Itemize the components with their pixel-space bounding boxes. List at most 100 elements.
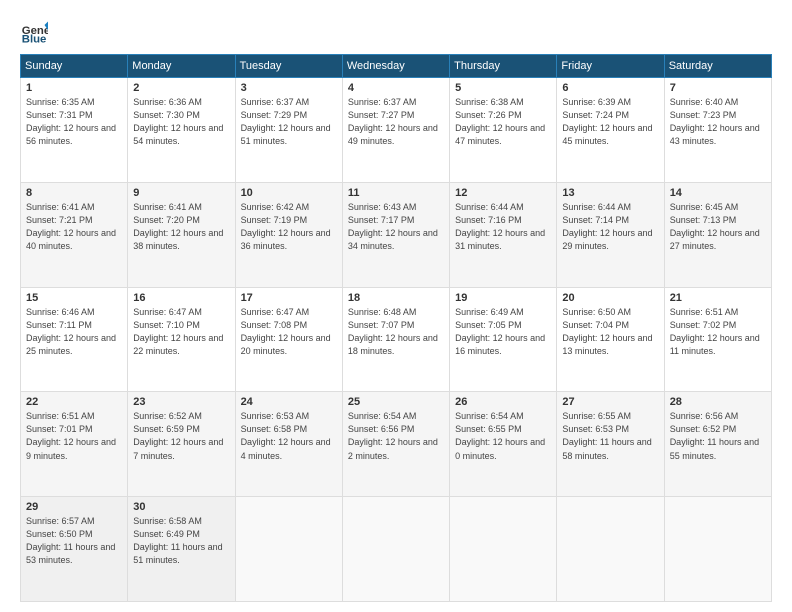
day-number: 25 — [348, 396, 444, 408]
day-info: Sunrise: 6:55 AM Sunset: 6:53 PM Dayligh… — [562, 410, 658, 462]
day-info: Sunrise: 6:44 AM Sunset: 7:14 PM Dayligh… — [562, 201, 658, 253]
day-cell: 4 Sunrise: 6:37 AM Sunset: 7:27 PM Dayli… — [342, 78, 449, 183]
column-header-thursday: Thursday — [450, 55, 557, 78]
day-cell: 18 Sunrise: 6:48 AM Sunset: 7:07 PM Dayl… — [342, 287, 449, 392]
day-info: Sunrise: 6:51 AM Sunset: 7:01 PM Dayligh… — [26, 410, 122, 462]
day-cell: 28 Sunrise: 6:56 AM Sunset: 6:52 PM Dayl… — [664, 392, 771, 497]
column-header-tuesday: Tuesday — [235, 55, 342, 78]
column-header-friday: Friday — [557, 55, 664, 78]
day-cell: 26 Sunrise: 6:54 AM Sunset: 6:55 PM Dayl… — [450, 392, 557, 497]
day-cell: 5 Sunrise: 6:38 AM Sunset: 7:26 PM Dayli… — [450, 78, 557, 183]
day-cell — [235, 497, 342, 602]
day-number: 5 — [455, 82, 551, 94]
day-number: 21 — [670, 292, 766, 304]
day-number: 7 — [670, 82, 766, 94]
day-info: Sunrise: 6:47 AM Sunset: 7:08 PM Dayligh… — [241, 306, 337, 358]
day-cell: 7 Sunrise: 6:40 AM Sunset: 7:23 PM Dayli… — [664, 78, 771, 183]
day-cell: 10 Sunrise: 6:42 AM Sunset: 7:19 PM Dayl… — [235, 182, 342, 287]
day-number: 15 — [26, 292, 122, 304]
day-info: Sunrise: 6:37 AM Sunset: 7:29 PM Dayligh… — [241, 96, 337, 148]
day-number: 8 — [26, 187, 122, 199]
day-cell: 12 Sunrise: 6:44 AM Sunset: 7:16 PM Dayl… — [450, 182, 557, 287]
header: General Blue — [20, 18, 772, 46]
day-info: Sunrise: 6:56 AM Sunset: 6:52 PM Dayligh… — [670, 410, 766, 462]
day-info: Sunrise: 6:46 AM Sunset: 7:11 PM Dayligh… — [26, 306, 122, 358]
day-cell: 2 Sunrise: 6:36 AM Sunset: 7:30 PM Dayli… — [128, 78, 235, 183]
day-cell: 16 Sunrise: 6:47 AM Sunset: 7:10 PM Dayl… — [128, 287, 235, 392]
day-cell — [342, 497, 449, 602]
day-cell: 1 Sunrise: 6:35 AM Sunset: 7:31 PM Dayli… — [21, 78, 128, 183]
day-info: Sunrise: 6:54 AM Sunset: 6:56 PM Dayligh… — [348, 410, 444, 462]
day-number: 24 — [241, 396, 337, 408]
day-info: Sunrise: 6:53 AM Sunset: 6:58 PM Dayligh… — [241, 410, 337, 462]
day-info: Sunrise: 6:47 AM Sunset: 7:10 PM Dayligh… — [133, 306, 229, 358]
day-number: 28 — [670, 396, 766, 408]
day-cell: 17 Sunrise: 6:47 AM Sunset: 7:08 PM Dayl… — [235, 287, 342, 392]
day-info: Sunrise: 6:41 AM Sunset: 7:20 PM Dayligh… — [133, 201, 229, 253]
day-cell: 21 Sunrise: 6:51 AM Sunset: 7:02 PM Dayl… — [664, 287, 771, 392]
day-cell: 27 Sunrise: 6:55 AM Sunset: 6:53 PM Dayl… — [557, 392, 664, 497]
week-row-5: 29 Sunrise: 6:57 AM Sunset: 6:50 PM Dayl… — [21, 497, 772, 602]
day-cell: 25 Sunrise: 6:54 AM Sunset: 6:56 PM Dayl… — [342, 392, 449, 497]
day-number: 30 — [133, 501, 229, 513]
column-header-saturday: Saturday — [664, 55, 771, 78]
day-cell: 24 Sunrise: 6:53 AM Sunset: 6:58 PM Dayl… — [235, 392, 342, 497]
day-cell: 6 Sunrise: 6:39 AM Sunset: 7:24 PM Dayli… — [557, 78, 664, 183]
column-header-monday: Monday — [128, 55, 235, 78]
svg-text:Blue: Blue — [22, 34, 47, 46]
day-number: 16 — [133, 292, 229, 304]
day-info: Sunrise: 6:57 AM Sunset: 6:50 PM Dayligh… — [26, 515, 122, 567]
day-cell: 22 Sunrise: 6:51 AM Sunset: 7:01 PM Dayl… — [21, 392, 128, 497]
day-info: Sunrise: 6:36 AM Sunset: 7:30 PM Dayligh… — [133, 96, 229, 148]
day-cell: 13 Sunrise: 6:44 AM Sunset: 7:14 PM Dayl… — [557, 182, 664, 287]
day-number: 3 — [241, 82, 337, 94]
calendar-table: SundayMondayTuesdayWednesdayThursdayFrid… — [20, 54, 772, 602]
header-row: SundayMondayTuesdayWednesdayThursdayFrid… — [21, 55, 772, 78]
day-cell: 23 Sunrise: 6:52 AM Sunset: 6:59 PM Dayl… — [128, 392, 235, 497]
day-number: 19 — [455, 292, 551, 304]
day-number: 13 — [562, 187, 658, 199]
day-number: 10 — [241, 187, 337, 199]
day-info: Sunrise: 6:44 AM Sunset: 7:16 PM Dayligh… — [455, 201, 551, 253]
day-number: 29 — [26, 501, 122, 513]
day-cell: 9 Sunrise: 6:41 AM Sunset: 7:20 PM Dayli… — [128, 182, 235, 287]
day-info: Sunrise: 6:43 AM Sunset: 7:17 PM Dayligh… — [348, 201, 444, 253]
day-info: Sunrise: 6:41 AM Sunset: 7:21 PM Dayligh… — [26, 201, 122, 253]
day-number: 2 — [133, 82, 229, 94]
day-info: Sunrise: 6:51 AM Sunset: 7:02 PM Dayligh… — [670, 306, 766, 358]
day-number: 22 — [26, 396, 122, 408]
day-number: 17 — [241, 292, 337, 304]
column-header-sunday: Sunday — [21, 55, 128, 78]
day-info: Sunrise: 6:45 AM Sunset: 7:13 PM Dayligh… — [670, 201, 766, 253]
day-cell — [450, 497, 557, 602]
day-info: Sunrise: 6:54 AM Sunset: 6:55 PM Dayligh… — [455, 410, 551, 462]
day-info: Sunrise: 6:58 AM Sunset: 6:49 PM Dayligh… — [133, 515, 229, 567]
day-cell: 20 Sunrise: 6:50 AM Sunset: 7:04 PM Dayl… — [557, 287, 664, 392]
week-row-4: 22 Sunrise: 6:51 AM Sunset: 7:01 PM Dayl… — [21, 392, 772, 497]
week-row-2: 8 Sunrise: 6:41 AM Sunset: 7:21 PM Dayli… — [21, 182, 772, 287]
day-cell: 14 Sunrise: 6:45 AM Sunset: 7:13 PM Dayl… — [664, 182, 771, 287]
day-cell: 3 Sunrise: 6:37 AM Sunset: 7:29 PM Dayli… — [235, 78, 342, 183]
day-number: 26 — [455, 396, 551, 408]
day-number: 1 — [26, 82, 122, 94]
day-cell: 8 Sunrise: 6:41 AM Sunset: 7:21 PM Dayli… — [21, 182, 128, 287]
day-cell: 11 Sunrise: 6:43 AM Sunset: 7:17 PM Dayl… — [342, 182, 449, 287]
logo: General Blue — [20, 18, 52, 46]
calendar-page: General Blue SundayMondayTuesdayWednesda… — [0, 0, 792, 612]
day-number: 18 — [348, 292, 444, 304]
day-number: 9 — [133, 187, 229, 199]
day-number: 6 — [562, 82, 658, 94]
day-number: 14 — [670, 187, 766, 199]
day-info: Sunrise: 6:40 AM Sunset: 7:23 PM Dayligh… — [670, 96, 766, 148]
day-number: 12 — [455, 187, 551, 199]
day-info: Sunrise: 6:49 AM Sunset: 7:05 PM Dayligh… — [455, 306, 551, 358]
day-cell: 30 Sunrise: 6:58 AM Sunset: 6:49 PM Dayl… — [128, 497, 235, 602]
day-cell: 19 Sunrise: 6:49 AM Sunset: 7:05 PM Dayl… — [450, 287, 557, 392]
day-number: 27 — [562, 396, 658, 408]
day-cell — [557, 497, 664, 602]
day-number: 23 — [133, 396, 229, 408]
day-info: Sunrise: 6:35 AM Sunset: 7:31 PM Dayligh… — [26, 96, 122, 148]
day-info: Sunrise: 6:50 AM Sunset: 7:04 PM Dayligh… — [562, 306, 658, 358]
day-cell: 29 Sunrise: 6:57 AM Sunset: 6:50 PM Dayl… — [21, 497, 128, 602]
day-number: 11 — [348, 187, 444, 199]
